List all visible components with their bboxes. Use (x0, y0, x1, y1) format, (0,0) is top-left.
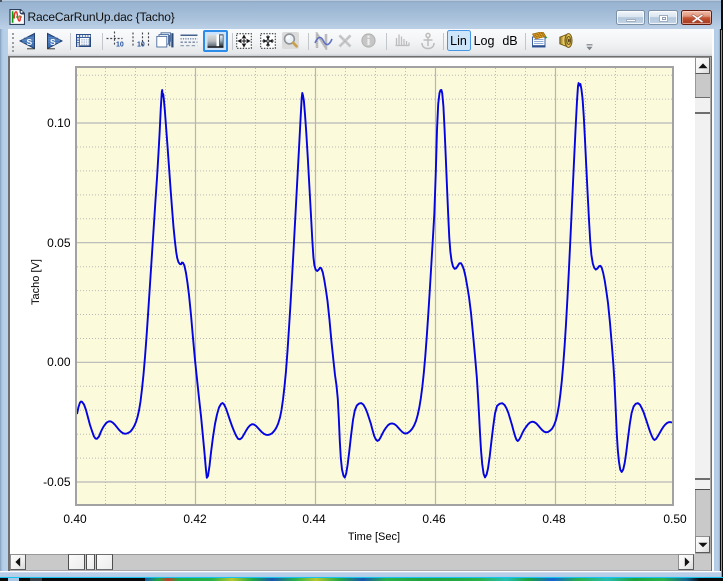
svg-text:10: 10 (116, 42, 124, 49)
svg-text:10: 10 (137, 42, 145, 49)
svg-text:S: S (26, 37, 32, 47)
svg-text:S: S (50, 37, 56, 47)
